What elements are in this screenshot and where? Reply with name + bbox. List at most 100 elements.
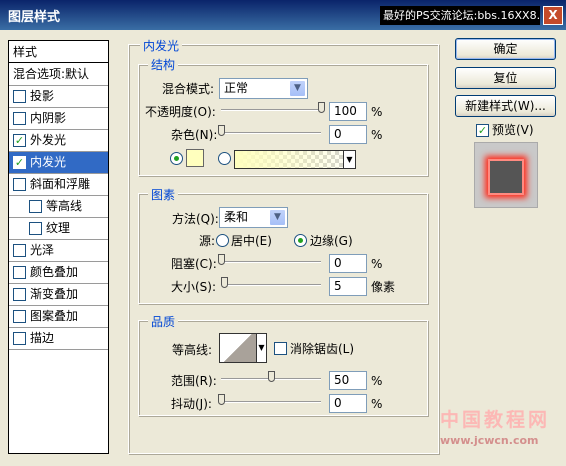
- method-value: 柔和: [224, 210, 249, 224]
- preview-checkbox[interactable]: ✓: [476, 124, 489, 137]
- blend-mode-value: 正常: [224, 81, 249, 95]
- size-label: 大小(S):: [171, 280, 217, 294]
- style-item-label: 斜面和浮雕: [30, 177, 91, 191]
- jitter-slider-thumb[interactable]: [218, 394, 225, 405]
- new-style-button[interactable]: 新建样式(W)...: [455, 95, 556, 117]
- source-edge-label[interactable]: 边缘(G): [310, 233, 353, 249]
- choke-slider-thumb[interactable]: [218, 254, 225, 265]
- style-item[interactable]: 光泽: [9, 240, 108, 262]
- style-item[interactable]: 等高线: [9, 196, 108, 218]
- method-select[interactable]: 柔和 ▼: [219, 207, 288, 228]
- style-item-checkbox[interactable]: ✓: [13, 156, 26, 169]
- method-label: 方法(Q):: [172, 212, 219, 226]
- anti-alias-label[interactable]: 消除锯齿(L): [290, 341, 354, 357]
- jitter-input[interactable]: 0: [329, 394, 367, 413]
- style-item[interactable]: ✓ 外发光: [9, 130, 108, 152]
- jitter-label: 抖动(J):: [171, 397, 212, 411]
- preview-square: [488, 159, 524, 195]
- style-item-checkbox[interactable]: [13, 310, 26, 323]
- style-item-label: 图案叠加: [30, 309, 79, 323]
- style-item[interactable]: 渐变叠加: [9, 284, 108, 306]
- opacity-slider-thumb[interactable]: [318, 102, 325, 113]
- anti-alias-checkbox[interactable]: [274, 342, 287, 355]
- site-watermark: 中国教程网 www.jcwcn.com: [440, 405, 560, 460]
- range-label: 范围(R):: [171, 374, 217, 388]
- chevron-down-icon: ▼: [289, 80, 306, 97]
- noise-slider-track[interactable]: [221, 132, 321, 134]
- styles-list: 样式 混合选项:默认 投影内阴影 ✓ 外发光 ✓ 内发光斜面和浮雕等高线纹理光泽颜色叠加…: [8, 40, 109, 454]
- glow-color-swatch[interactable]: [186, 149, 204, 167]
- size-slider-thumb[interactable]: [221, 277, 228, 288]
- style-item-label: 光泽: [30, 243, 55, 257]
- blend-mode-select[interactable]: 正常 ▼: [219, 78, 308, 99]
- style-item[interactable]: 图案叠加: [9, 306, 108, 328]
- watermark-url: www.jcwcn.com: [440, 434, 539, 447]
- style-item[interactable]: 投影: [9, 86, 108, 108]
- source-center-label[interactable]: 居中(E): [231, 233, 272, 249]
- chevron-down-icon: ▼: [258, 343, 265, 352]
- style-preview-thumbnail: [474, 142, 538, 208]
- style-item[interactable]: 内阴影: [9, 108, 108, 130]
- contour-label: 等高线:: [172, 343, 213, 357]
- noise-input[interactable]: 0: [329, 125, 367, 144]
- structure-title: 结构: [148, 56, 179, 73]
- range-slider-thumb[interactable]: [268, 371, 275, 382]
- style-item-checkbox[interactable]: [13, 112, 26, 125]
- style-item-label: 渐变叠加: [30, 287, 79, 301]
- style-item-checkbox[interactable]: [13, 266, 26, 279]
- solid-color-radio[interactable]: [170, 152, 183, 165]
- blend-options-item[interactable]: 混合选项:默认: [9, 64, 108, 86]
- forum-banner: 最好的PS交流论坛:bbs.16XX8.com: [380, 6, 540, 25]
- style-item-label: 纹理: [46, 221, 71, 235]
- inner-glow-title: 内发光: [140, 37, 183, 54]
- contour-dropdown[interactable]: ▼: [257, 333, 267, 363]
- choke-input[interactable]: 0: [329, 254, 367, 273]
- style-item-checkbox[interactable]: [13, 178, 26, 191]
- styles-list-header[interactable]: 样式: [9, 41, 108, 63]
- ok-button[interactable]: 确定: [455, 38, 556, 60]
- style-item[interactable]: 颜色叠加: [9, 262, 108, 284]
- noise-slider-thumb[interactable]: [218, 125, 225, 136]
- size-input[interactable]: 5: [329, 277, 367, 296]
- gradient-picker[interactable]: ▼: [234, 150, 356, 169]
- style-item-checkbox[interactable]: [13, 244, 26, 257]
- style-item[interactable]: 纹理: [9, 218, 108, 240]
- close-button[interactable]: X: [543, 6, 563, 25]
- choke-slider-track[interactable]: [221, 261, 321, 263]
- style-item[interactable]: 斜面和浮雕: [9, 174, 108, 196]
- style-item-label: 颜色叠加: [30, 265, 79, 279]
- noise-label: 杂色(N):: [171, 128, 218, 142]
- style-item[interactable]: ✓ 内发光: [9, 152, 108, 174]
- size-slider-track[interactable]: [221, 284, 321, 286]
- elements-title: 图素: [148, 186, 179, 203]
- jitter-slider-track[interactable]: [221, 401, 321, 403]
- source-edge-radio[interactable]: [294, 234, 307, 247]
- opacity-slider-track[interactable]: [221, 109, 321, 111]
- choke-unit: %: [371, 257, 383, 271]
- preview-label[interactable]: 预览(V): [492, 122, 534, 138]
- range-unit: %: [371, 374, 383, 388]
- reset-button[interactable]: 复位: [455, 67, 556, 89]
- style-item-checkbox[interactable]: [13, 288, 26, 301]
- style-item-checkbox[interactable]: [29, 200, 42, 213]
- range-input[interactable]: 50: [329, 371, 367, 390]
- style-item-label: 内阴影: [30, 111, 67, 125]
- opacity-input[interactable]: 100: [329, 102, 367, 121]
- style-item-checkbox[interactable]: ✓: [13, 134, 26, 147]
- style-item-label: 外发光: [30, 133, 67, 147]
- style-item[interactable]: 描边: [9, 328, 108, 350]
- source-center-radio[interactable]: [216, 234, 229, 247]
- source-label: 源:: [199, 234, 216, 248]
- style-item-checkbox[interactable]: [29, 222, 42, 235]
- gradient-radio[interactable]: [218, 152, 231, 165]
- watermark-title: 中国教程网: [440, 409, 551, 431]
- style-item-label: 内发光: [30, 155, 67, 169]
- chevron-down-icon: ▼: [343, 151, 355, 168]
- quality-title: 品质: [148, 313, 179, 330]
- style-item-checkbox[interactable]: [13, 332, 26, 345]
- contour-picker[interactable]: [219, 333, 257, 363]
- style-item-checkbox[interactable]: [13, 90, 26, 103]
- jitter-unit: %: [371, 397, 383, 411]
- window-title: 图层样式: [8, 10, 61, 25]
- chevron-down-icon: ▼: [269, 209, 286, 226]
